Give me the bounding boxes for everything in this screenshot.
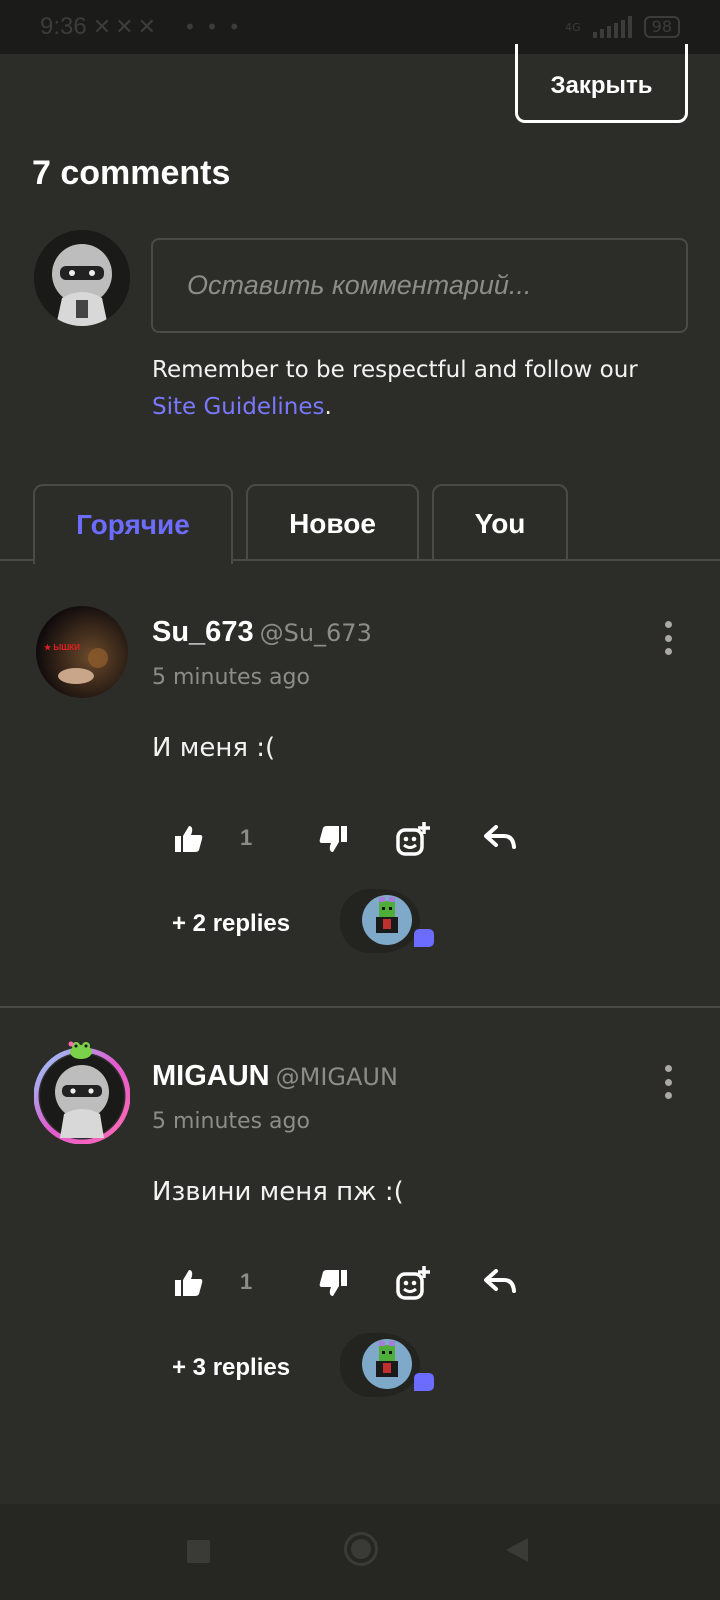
guidelines-text: Remember to be respectful and follow our (152, 357, 638, 383)
tab-you[interactable]: You (432, 484, 568, 561)
comment-text: И меня :( (152, 733, 276, 763)
commenter-avatar[interactable]: ★ ЫШКИ (36, 606, 128, 698)
comment-text: Извини меня пж :( (152, 1177, 404, 1207)
commenter-avatar[interactable] (33, 1047, 131, 1145)
close-button[interactable]: Закрыть (515, 44, 688, 123)
avatar-image (362, 1339, 412, 1389)
system-nav-bar (0, 1504, 720, 1600)
dislike-icon[interactable] (316, 822, 350, 856)
home-icon[interactable] (344, 1532, 378, 1566)
comment-timestamp: 5 minutes ago (152, 1109, 310, 1134)
view-replies-button[interactable]: + 3 replies (172, 1354, 290, 1382)
comment-input[interactable]: Оставить комментарий... (151, 238, 688, 333)
commenter-name[interactable]: Su_673 @Su_673 (152, 616, 372, 649)
frog-badge-icon (68, 1040, 94, 1060)
tab-hot[interactable]: Горячие (33, 484, 233, 564)
notification-icons: ✕✕✕ (92, 14, 161, 40)
battery-icon: 98 (643, 16, 680, 38)
comment-divider (0, 1006, 720, 1008)
avatar-image: ★ ЫШКИ (36, 606, 128, 698)
like-count: 1 (240, 825, 253, 850)
reply-icon[interactable] (482, 1266, 518, 1296)
recents-icon[interactable] (187, 1540, 210, 1563)
site-guidelines-link[interactable]: Site Guidelines (152, 394, 325, 420)
commenter-display-name: Su_673 (152, 616, 254, 648)
reply-chat-icon (414, 1373, 434, 1391)
reply-icon[interactable] (482, 822, 518, 852)
commenter-handle: @Su_673 (259, 619, 372, 647)
like-icon[interactable] (172, 822, 206, 856)
comment-timestamp: 5 minutes ago (152, 665, 310, 690)
commenter-display-name: MIGAUN (152, 1060, 270, 1092)
commenter-handle: @MIGAUN (275, 1063, 398, 1091)
back-icon[interactable] (506, 1538, 528, 1562)
comments-title: 7 comments (32, 154, 231, 192)
reply-chat-icon (414, 929, 434, 947)
signal-icon (592, 16, 632, 38)
status-time: 9:36 (40, 13, 87, 40)
commenter-name[interactable]: MIGAUN @MIGAUN (152, 1060, 398, 1093)
avatar-image (34, 230, 130, 326)
dislike-icon[interactable] (316, 1266, 350, 1300)
like-icon[interactable] (172, 1266, 206, 1300)
reply-avatar (362, 1339, 412, 1389)
tab-new[interactable]: Новое (246, 484, 419, 561)
svg-text:★ ЫШКИ: ★ ЫШКИ (44, 643, 80, 652)
guidelines-notice: Remember to be respectful and follow our… (152, 352, 692, 426)
more-options-icon[interactable] (660, 1065, 676, 1099)
user-avatar (34, 230, 130, 326)
add-reaction-icon[interactable] (393, 820, 433, 860)
more-options-icon[interactable] (660, 621, 676, 655)
network-type: 4G (565, 20, 581, 34)
avatar-image (362, 895, 412, 945)
add-reaction-icon[interactable] (393, 1264, 433, 1304)
avatar-image (33, 1047, 131, 1145)
guidelines-period: . (324, 394, 332, 420)
more-notifications-icon: • • • (184, 15, 243, 39)
like-count: 1 (240, 1269, 253, 1294)
reply-avatar (362, 895, 412, 945)
view-replies-button[interactable]: + 2 replies (172, 910, 290, 938)
